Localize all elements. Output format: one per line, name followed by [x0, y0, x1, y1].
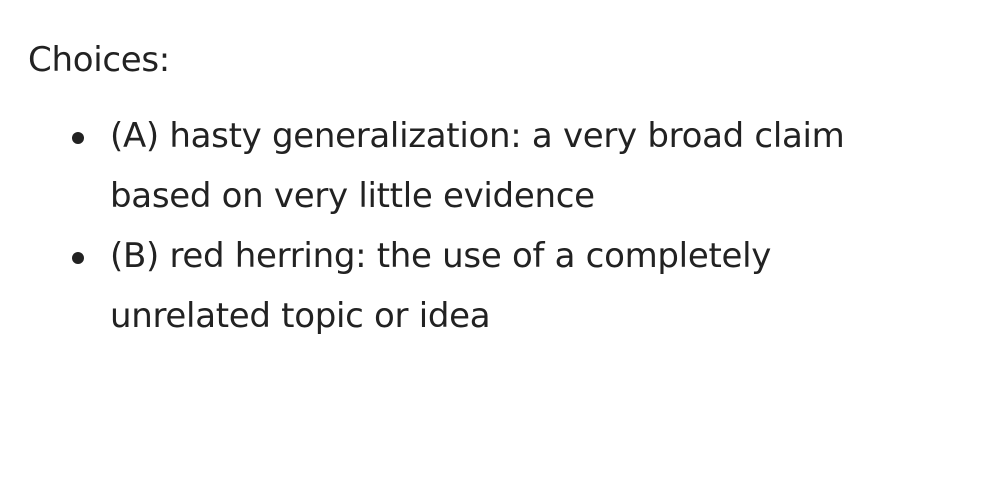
choice-item-a: (A) hasty generalization: a very broad c…	[28, 106, 900, 226]
bullet-icon	[72, 252, 84, 264]
choice-label: (B) red herring: the use of a completely…	[110, 236, 772, 336]
choices-heading: Choices:	[28, 40, 170, 80]
choice-item-b: (B) red herring: the use of a completely…	[28, 226, 900, 346]
choice-label: (A) hasty generalization: a very broad c…	[110, 116, 845, 216]
choices-panel: Choices: (A) hasty generalization: a ver…	[28, 38, 968, 346]
bullet-icon	[72, 132, 84, 144]
choices-list: (A) hasty generalization: a very broad c…	[28, 106, 968, 346]
